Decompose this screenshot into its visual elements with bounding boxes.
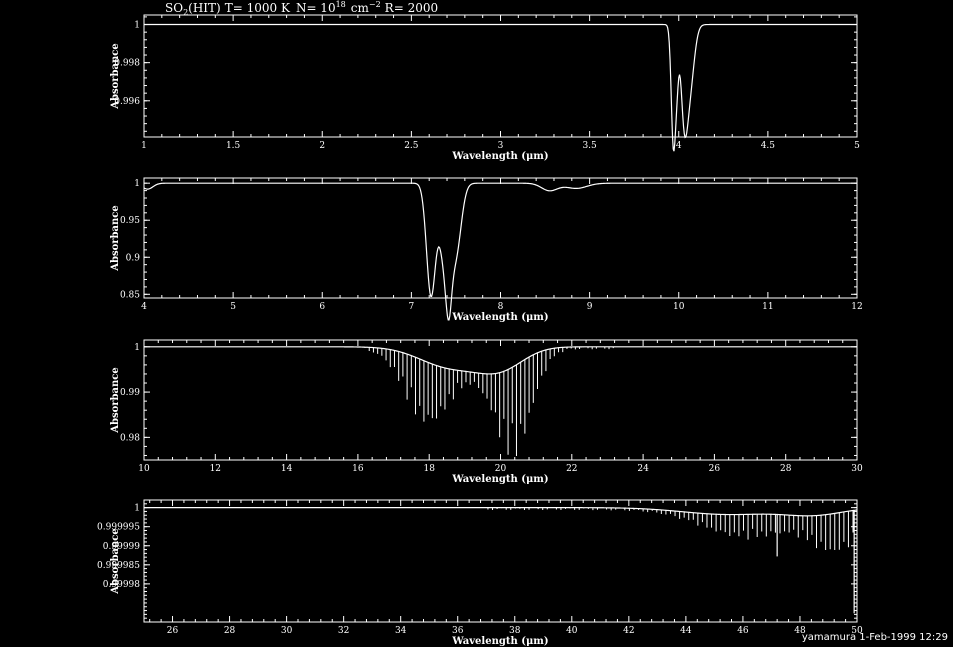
x-tick-label: 3.5 bbox=[582, 141, 597, 151]
x-tick-label: 5 bbox=[230, 302, 236, 312]
x-tick-label: 32 bbox=[338, 626, 349, 636]
x-tick-label: 5 bbox=[854, 141, 860, 151]
x-tick-label: 2.5 bbox=[404, 141, 419, 151]
x-tick-label: 30 bbox=[281, 626, 293, 636]
x-tick-label: 10 bbox=[138, 464, 150, 474]
title-source: (HIT) bbox=[188, 1, 221, 15]
y-axis-label: Absorbance bbox=[110, 43, 121, 110]
x-tick-label: 36 bbox=[452, 626, 464, 636]
x-tick-label: 11 bbox=[762, 302, 773, 312]
y-tick-label: 1 bbox=[134, 504, 140, 514]
y-tick-label: 0.98 bbox=[120, 433, 140, 443]
x-tick-label: 26 bbox=[709, 464, 721, 474]
x-tick-label: 10 bbox=[673, 302, 685, 312]
y-tick-label: 0.99998 bbox=[103, 580, 140, 590]
x-tick-label: 12 bbox=[210, 464, 221, 474]
x-tick-label: 38 bbox=[509, 626, 521, 636]
x-tick-label: 46 bbox=[737, 626, 749, 636]
y-axis-label: Absorbance bbox=[110, 205, 121, 272]
x-tick-label: 42 bbox=[623, 626, 634, 636]
y-axis-label: Absorbance bbox=[110, 367, 121, 434]
x-tick-label: 12 bbox=[851, 302, 862, 312]
y-tick-label: 0.99 bbox=[120, 388, 140, 398]
title-density-prefix: N= 10 bbox=[296, 1, 336, 15]
y-tick-label: 0.85 bbox=[120, 290, 140, 300]
y-tick-label: 1 bbox=[134, 343, 140, 353]
x-tick-label: 18 bbox=[423, 464, 435, 474]
plot-frame bbox=[143, 339, 858, 461]
x-tick-label: 9 bbox=[587, 302, 593, 312]
title-density-exponent: 18 bbox=[336, 0, 346, 9]
chart-title: SO2(HIT) T= 1000 K N= 1018 cm−2 R= 2000 bbox=[165, 0, 438, 17]
x-tick-label: 24 bbox=[637, 464, 649, 474]
y-tick-label: 0.99999 bbox=[103, 542, 140, 552]
chart-panel: 4 5 6 7 8 9 10 11 12 1 0.95 0.9 0.85 Wavelength (μm) A… bbox=[110, 177, 863, 323]
title-molecule: SO bbox=[165, 1, 183, 15]
x-tick-label: 4 bbox=[676, 141, 682, 151]
title-unit-exponent: −2 bbox=[369, 0, 381, 9]
x-axis-label: Wavelength (μm) bbox=[451, 151, 548, 162]
x-tick-label: 34 bbox=[395, 626, 407, 636]
spectrum-line bbox=[144, 346, 857, 375]
x-tick-label: 28 bbox=[780, 464, 792, 474]
x-tick-label: 4.5 bbox=[761, 141, 776, 151]
x-tick-label: 14 bbox=[281, 464, 293, 474]
absorption-lines bbox=[364, 346, 614, 456]
y-tick-label: 0.95 bbox=[120, 216, 140, 226]
x-tick-label: 4 bbox=[141, 302, 147, 312]
x-tick-label: 30 bbox=[851, 464, 863, 474]
chart-figure: SO2(HIT) T= 1000 K N= 1018 cm−2 R= 2000 1 1.5… bbox=[97, 0, 948, 647]
plot-frame bbox=[143, 499, 858, 623]
x-tick-label: 28 bbox=[224, 626, 236, 636]
title-resolution: R= 2000 bbox=[385, 1, 438, 15]
x-axis-label: Wavelength (μm) bbox=[451, 474, 548, 485]
chart-panel: 10 12 14 16 18 20 22 24 26 28 30 1 0.99 0.98 Wavelengt… bbox=[110, 339, 863, 485]
x-tick-label: 1 bbox=[141, 141, 147, 151]
y-tick-label: 1 bbox=[134, 179, 140, 189]
spectrum-line bbox=[144, 507, 858, 517]
x-tick-label: 3 bbox=[498, 141, 504, 151]
x-tick-label: 26 bbox=[167, 626, 179, 636]
y-tick-label: 1 bbox=[134, 21, 140, 31]
plot-frame bbox=[143, 14, 858, 138]
y-axis-label: Absorbance bbox=[110, 528, 121, 595]
x-tick-label: 2 bbox=[319, 141, 325, 151]
x-tick-label: 40 bbox=[566, 626, 578, 636]
plot-frame bbox=[143, 177, 858, 299]
chart-panels: 1 1.5 2 2.5 3 3.5 4 4.5 510.9980.996Wavelength (… bbox=[97, 14, 863, 647]
title-unit: cm bbox=[351, 1, 370, 15]
x-tick-label: 7 bbox=[409, 302, 415, 312]
chart-panel: 26 28 30 32 34 36 38 40 42 44 46 48 5010.9999950.999… bbox=[97, 499, 863, 647]
x-axis-label: Wavelength (μm) bbox=[451, 636, 548, 647]
x-tick-label: 44 bbox=[680, 626, 692, 636]
x-tick-label: 16 bbox=[352, 464, 364, 474]
x-tick-label: 8 bbox=[498, 302, 504, 312]
x-tick-label: 20 bbox=[495, 464, 507, 474]
footer-stamp: yamamura 1-Feb-1999 12:29 bbox=[802, 632, 948, 643]
x-axis-label: Wavelength (μm) bbox=[451, 312, 548, 323]
x-tick-label: 6 bbox=[319, 302, 325, 312]
absorption-lines bbox=[487, 507, 854, 550]
y-tick-label: 0.9 bbox=[126, 253, 141, 263]
x-tick-label: 1.5 bbox=[226, 141, 241, 151]
title-temperature: T= 1000 K bbox=[225, 1, 291, 15]
chart-panel: 1 1.5 2 2.5 3 3.5 4 4.5 510.9980.996Wavelength (… bbox=[110, 14, 860, 162]
x-tick-label: 22 bbox=[566, 464, 577, 474]
spectrum-line bbox=[143, 182, 857, 321]
